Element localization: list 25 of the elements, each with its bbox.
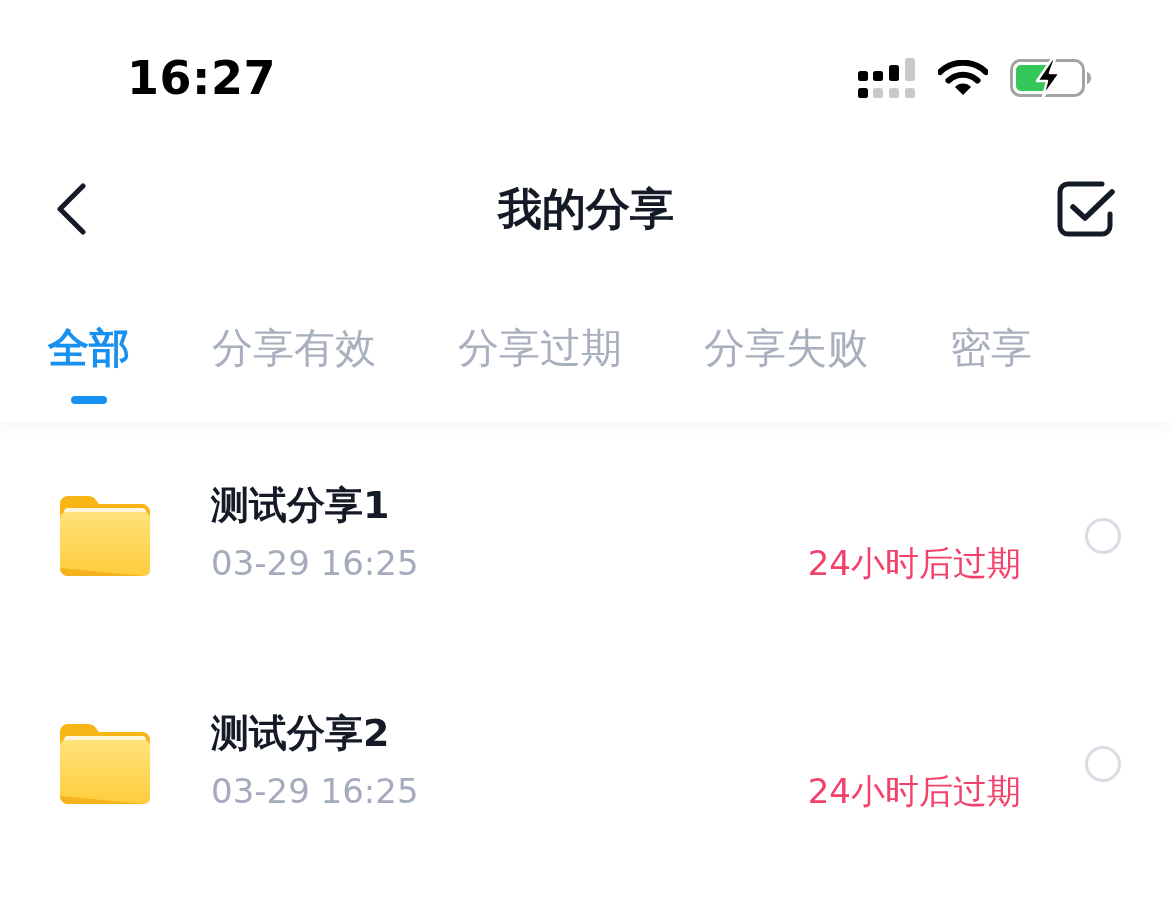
back-button[interactable]: [56, 183, 86, 235]
share-name: 测试分享2: [211, 710, 390, 757]
signal-icon: [858, 57, 916, 99]
share-name: 测试分享1: [211, 482, 390, 529]
tab-indicator: [71, 396, 107, 404]
folder-icon: [60, 496, 150, 576]
tab[interactable]: 分享失败: [704, 326, 868, 370]
status-time: 16:27: [127, 55, 276, 101]
radio-button[interactable]: [1085, 518, 1121, 554]
expiry-label: 24小时后过期: [807, 770, 1021, 813]
share-date: 03-29 16:25: [211, 542, 419, 585]
back-icon: [56, 183, 86, 235]
tab[interactable]: 全部: [48, 326, 130, 370]
select-button[interactable]: [1056, 180, 1116, 238]
expiry-label: 24小时后过期: [807, 542, 1021, 585]
page-title: 我的分享: [498, 182, 674, 236]
checkbox-icon: [1056, 180, 1116, 238]
tab[interactable]: 密享: [950, 326, 1032, 370]
wifi-icon: [938, 60, 988, 96]
tab[interactable]: 分享有效: [212, 326, 376, 370]
share-date: 03-29 16:25: [211, 770, 419, 813]
battery-icon: [1010, 58, 1092, 98]
folder-icon: [60, 724, 150, 804]
tab[interactable]: 分享过期: [458, 326, 622, 370]
radio-button[interactable]: [1085, 746, 1121, 782]
